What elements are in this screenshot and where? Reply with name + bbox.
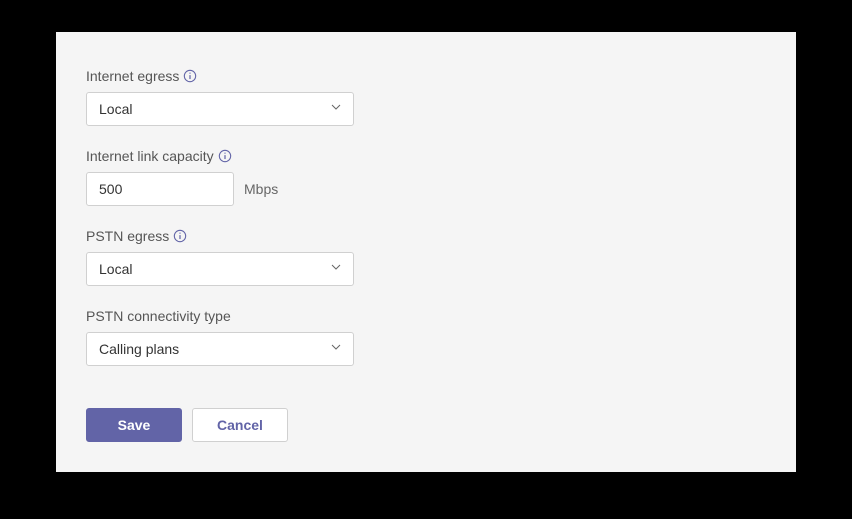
button-row: Save Cancel	[86, 408, 766, 442]
info-icon[interactable]	[183, 69, 197, 83]
cancel-button[interactable]: Cancel	[192, 408, 288, 442]
pstn-egress-label: PSTN egress	[86, 228, 766, 244]
info-icon[interactable]	[218, 149, 232, 163]
internet-egress-label: Internet egress	[86, 68, 766, 84]
internet-link-capacity-field: Internet link capacity Mbps	[86, 148, 766, 206]
label-text: PSTN connectivity type	[86, 308, 231, 324]
pstn-egress-field: PSTN egress	[86, 228, 766, 286]
save-button[interactable]: Save	[86, 408, 182, 442]
pstn-connectivity-type-select[interactable]	[86, 332, 354, 366]
pstn-egress-select-wrapper	[86, 252, 354, 286]
label-text: PSTN egress	[86, 228, 169, 244]
internet-link-capacity-row: Mbps	[86, 172, 766, 206]
internet-egress-select[interactable]	[86, 92, 354, 126]
internet-link-capacity-input[interactable]	[86, 172, 234, 206]
label-text: Internet link capacity	[86, 148, 214, 164]
unit-label: Mbps	[244, 181, 278, 197]
pstn-connectivity-type-field: PSTN connectivity type	[86, 308, 766, 366]
pstn-connectivity-type-label: PSTN connectivity type	[86, 308, 766, 324]
label-text: Internet egress	[86, 68, 179, 84]
internet-link-capacity-label: Internet link capacity	[86, 148, 766, 164]
settings-panel: Internet egress Internet link capacity	[56, 32, 796, 472]
pstn-egress-select[interactable]	[86, 252, 354, 286]
pstn-connectivity-type-select-wrapper	[86, 332, 354, 366]
info-icon[interactable]	[173, 229, 187, 243]
internet-egress-select-wrapper	[86, 92, 354, 126]
internet-egress-field: Internet egress	[86, 68, 766, 126]
